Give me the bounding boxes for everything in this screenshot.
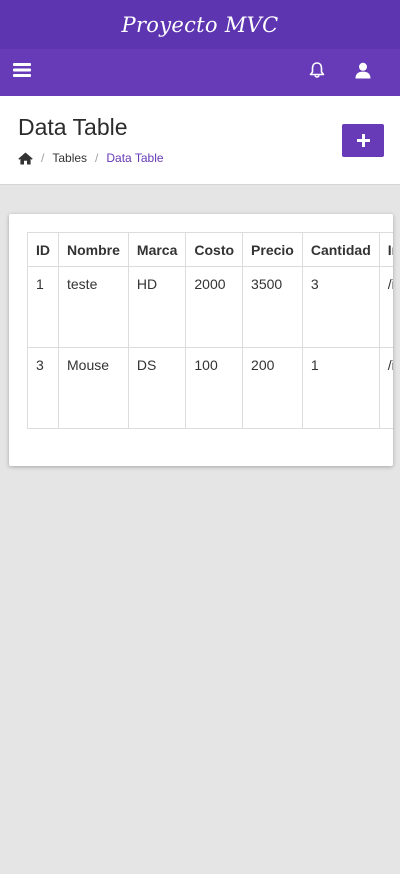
data-table: ID Nombre Marca Costo Precio Cantidad Im…: [27, 232, 393, 429]
column-header-precio[interactable]: Precio: [242, 232, 303, 267]
brand-bar: Proyecto MVC: [0, 0, 400, 49]
column-header-cantidad[interactable]: Cantidad: [301, 232, 380, 267]
cell-nombre: Mouse: [58, 347, 129, 429]
column-header-costo[interactable]: Costo: [185, 232, 244, 267]
column-header-nombre[interactable]: Nombre: [58, 232, 129, 267]
breadcrumb-separator: /: [41, 151, 45, 165]
breadcrumb: / Tables / Data Table: [18, 150, 164, 166]
menu-button[interactable]: [2, 49, 42, 96]
app-brand[interactable]: Proyecto MVC: [122, 13, 279, 37]
cell-imagen: /img/: [378, 347, 393, 429]
plus-icon: [356, 134, 370, 147]
cell-marca: DS: [127, 347, 187, 429]
notifications-button[interactable]: [297, 49, 337, 96]
column-header-marca[interactable]: Marca: [127, 232, 187, 267]
table-header-row: ID Nombre Marca Costo Precio Cantidad Im…: [27, 232, 393, 267]
cell-imagen: /img/: [378, 266, 393, 348]
table-row[interactable]: 1 teste HD 2000 3500 3 /img/: [27, 266, 393, 348]
cell-nombre: teste: [58, 266, 129, 348]
cell-costo: 100: [185, 347, 244, 429]
home-icon[interactable]: [18, 152, 33, 165]
bell-icon: [308, 61, 326, 84]
cell-id: 1: [27, 266, 59, 348]
column-header-imagen[interactable]: Imagen: [378, 232, 393, 267]
page-header: Data Table / Tables / Data Table: [0, 96, 400, 185]
cell-costo: 2000: [185, 266, 244, 348]
cell-cantidad: 3: [301, 266, 380, 348]
cell-id: 3: [27, 347, 59, 429]
data-table-card: ID Nombre Marca Costo Precio Cantidad Im…: [9, 214, 393, 466]
table-row[interactable]: 3 Mouse DS 100 200 1 /img/: [27, 347, 393, 429]
cell-cantidad: 1: [301, 347, 380, 429]
breadcrumb-item-tables[interactable]: Tables: [52, 151, 87, 165]
top-navbar: [0, 49, 400, 96]
breadcrumb-separator: /: [95, 151, 99, 165]
cell-precio: 3500: [242, 266, 303, 348]
user-icon: [355, 62, 371, 84]
cell-marca: HD: [127, 266, 187, 348]
hamburger-menu-icon: [13, 62, 31, 83]
page-title: Data Table: [18, 114, 128, 140]
cell-precio: 200: [242, 347, 303, 429]
column-header-id[interactable]: ID: [27, 232, 59, 267]
add-item-button[interactable]: [342, 124, 384, 157]
user-menu-button[interactable]: [343, 49, 383, 96]
breadcrumb-item-data-table: Data Table: [106, 151, 164, 165]
